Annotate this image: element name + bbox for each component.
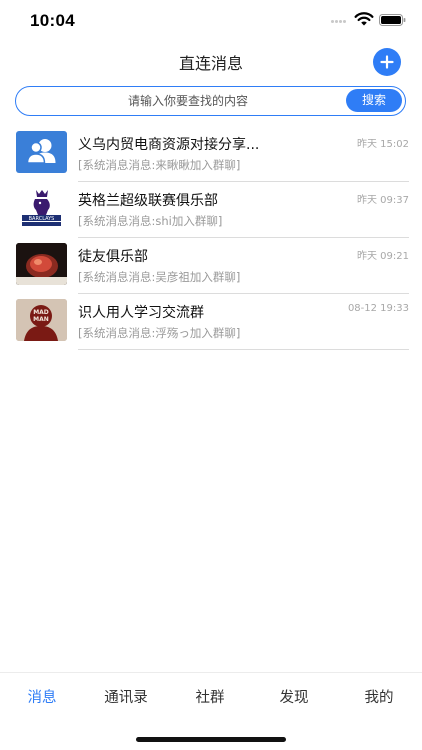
divider — [78, 349, 409, 350]
tab-discover[interactable]: 发现 — [252, 686, 336, 707]
page-title: 直连消息 — [178, 54, 243, 73]
group-avatar: MAD MAN — [16, 299, 67, 341]
search-input[interactable] — [30, 88, 346, 113]
tab-me[interactable]: 我的 — [337, 686, 421, 707]
chat-time: 08-12 19:33 — [347, 303, 409, 314]
group-avatar — [16, 131, 67, 173]
tab-bar: 消息 通讯录 社群 发现 我的 — [0, 672, 422, 722]
chat-item-premier-league[interactable]: BARCLAYS 英格兰超级联赛俱乐部 昨天 09:37 [系统消息消息:shi… — [0, 182, 422, 238]
tab-contacts[interactable]: 通讯录 — [84, 686, 168, 707]
chat-item-tuyou[interactable]: 徒友俱乐部 昨天 09:21 [系统消息消息:吴彦祖加入群聊] — [0, 238, 422, 294]
chat-time: 昨天 15:02 — [357, 139, 409, 150]
add-button[interactable] — [373, 48, 401, 76]
chat-name: 徒友俱乐部 — [78, 249, 148, 265]
signal-dots-icon — [331, 20, 349, 24]
chat-preview: [系统消息消息:shi加入群聊] — [78, 214, 223, 228]
battery-icon — [379, 14, 406, 26]
premier-league-logo: BARCLAYS — [22, 190, 61, 226]
chat-name: 识人用人学习交流群 — [78, 305, 204, 321]
chat-item-shiren[interactable]: MAD MAN 识人用人学习交流群 08-12 19:33 [系统消息消息:浮殇… — [0, 294, 422, 350]
wifi-icon — [354, 12, 374, 26]
chat-preview: [系统消息消息:浮殇っ加入群聊] — [78, 326, 241, 340]
svg-text:BARCLAYS: BARCLAYS — [29, 216, 55, 222]
tab-community[interactable]: 社群 — [168, 686, 252, 707]
home-indicator — [136, 737, 286, 742]
chat-name: 英格兰超级联赛俱乐部 — [78, 193, 218, 209]
status-bar: 10:04 — [0, 0, 422, 40]
food-photo — [16, 243, 67, 285]
mad-man-poster: MAD MAN — [16, 299, 67, 341]
chat-preview: [系统消息消息:吴彦祖加入群聊] — [78, 270, 241, 284]
chat-time: 昨天 09:21 — [357, 251, 409, 262]
search-button[interactable]: 搜索 — [346, 89, 402, 112]
group-people-icon — [26, 139, 56, 164]
group-avatar — [16, 243, 67, 285]
svg-text:MAN: MAN — [33, 316, 49, 323]
status-time: 10:04 — [30, 11, 75, 30]
chat-item-yiwu[interactable]: 义乌内贸电商资源对接分享... 昨天 15:02 [系统消息消息:来瞅瞅加入群聊… — [0, 126, 422, 182]
chat-name: 义乌内贸电商资源对接分享... — [78, 137, 260, 153]
header: 直连消息 — [0, 40, 422, 82]
group-avatar: BARCLAYS — [16, 187, 67, 229]
svg-text:MAD: MAD — [33, 309, 49, 316]
search-bar: 搜索 — [15, 86, 406, 116]
chat-preview: [系统消息消息:来瞅瞅加入群聊] — [78, 158, 241, 172]
tab-messages[interactable]: 消息 — [0, 686, 84, 707]
chat-time: 昨天 09:37 — [357, 195, 409, 206]
plus-icon — [380, 55, 394, 69]
